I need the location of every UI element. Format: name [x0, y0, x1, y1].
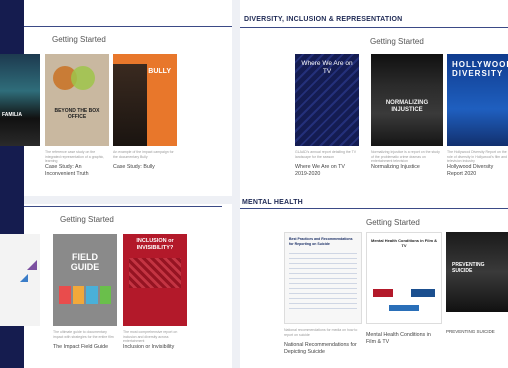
- card-thumbnail: FAMILIA: [0, 54, 40, 146]
- card-description: The ultimate guide to documentary impact…: [53, 330, 114, 339]
- card-description: GLAAD's annual report detailing the TV l…: [295, 150, 357, 159]
- card-where-we-are-on-tv[interactable]: Where We Are on TV GLAAD's annual report…: [295, 54, 359, 178]
- card-thumbnail: Where We Are on TV: [295, 54, 359, 146]
- card-thumbnail: Mental Health Conditions in Film & TV: [366, 232, 442, 324]
- section-heading: Getting Started: [52, 35, 106, 44]
- card-cover-title: BEYOND THE BOX OFFICE: [54, 108, 100, 120]
- card-description: The reference case study on the integrat…: [45, 150, 105, 163]
- card-cover-title: HOLLYWOOD DIVERSITY: [452, 60, 508, 78]
- card-normalizing-injustice[interactable]: NORMALIZING INJUSTICE Normalizing Injust…: [371, 54, 443, 171]
- circle-shape: [71, 66, 95, 90]
- card-title: Normalizing Injustice: [371, 164, 420, 170]
- card-thumbnail: Best Practices and Recommendations for R…: [284, 232, 362, 324]
- card-title: Hollywood Diversity Report 2020: [447, 164, 494, 177]
- card-description: [446, 316, 508, 328]
- card-description: Normalizing Injustice is a report on the…: [371, 150, 440, 163]
- card-title: Case Study: Bully: [113, 164, 155, 170]
- card-thumbnail: BEYOND THE BOX OFFICE: [45, 54, 109, 146]
- card-bully[interactable]: BULLY An example of the impact campaign …: [113, 54, 177, 171]
- card-title: National Recommendations for Depicting S…: [284, 342, 357, 355]
- card-title: Where We Are on TV 2019-2020: [295, 164, 345, 177]
- card-cover-label: FAMILIA: [2, 112, 22, 118]
- section-divider: [24, 206, 222, 207]
- text-lines: [289, 253, 357, 313]
- card-thumbnail: BULLY: [113, 54, 177, 146]
- section-divider: [240, 208, 508, 209]
- logo-block: [389, 305, 419, 311]
- section-heading: Getting Started: [60, 215, 114, 224]
- card-beyond-box-office[interactable]: BEYOND THE BOX OFFICE The reference case…: [45, 54, 109, 178]
- card-national-recommendations[interactable]: Best Practices and Recommendations for R…: [284, 232, 362, 356]
- cover-pattern: [129, 258, 181, 288]
- card-title: Inclusion or Invisibility: [123, 344, 175, 350]
- card-partial-left-2[interactable]: [0, 234, 40, 326]
- card-thumbnail: [0, 234, 40, 326]
- card-inclusion-invisibility[interactable]: INCLUSION or INVISIBILITY? The most comp…: [123, 234, 187, 351]
- section-top-left: Getting Started FAMILIA BEYOND THE BOX O…: [0, 0, 232, 196]
- card-partial-left[interactable]: FAMILIA: [0, 54, 40, 146]
- logo-block: [373, 289, 393, 297]
- card-description: An example of the impact campaign for th…: [113, 150, 174, 159]
- color-blocks: [59, 286, 111, 304]
- card-thumbnail: NORMALIZING INJUSTICE: [371, 54, 443, 146]
- section-divider: [240, 27, 508, 28]
- section-title: DIVERSITY, INCLUSION & REPRESENTATION: [244, 16, 403, 23]
- card-title: Mental Health Conditions in Film & TV: [366, 332, 431, 345]
- section-divider: [24, 26, 232, 27]
- section-heading: Getting Started: [366, 218, 420, 227]
- section-mental-health: MENTAL HEALTH Getting Started Best Pract…: [240, 196, 508, 368]
- card-description: The most comprehensive report on inclusi…: [123, 330, 178, 343]
- card-mental-health-film-tv[interactable]: Mental Health Conditions in Film & TV Me…: [366, 232, 442, 346]
- card-cover-title: Where We Are on TV: [301, 60, 353, 75]
- card-title: The Impact Field Guide: [53, 344, 109, 350]
- card-cover-title: PREVENTING SUICIDE: [452, 262, 485, 274]
- card-cover-title: Best Practices and Recommendations for R…: [289, 237, 353, 246]
- card-description: National recommendations for media on ho…: [284, 328, 358, 337]
- card-thumbnail: FIELD GUIDE: [53, 234, 117, 326]
- card-preventing-suicide[interactable]: PREVENTING SUICIDE PREVENTING SUICIDE: [446, 232, 508, 335]
- card-cover-title: FIELD GUIDE: [70, 252, 100, 272]
- card-cover-title: Mental Health Conditions in Film & TV: [371, 238, 437, 248]
- section-heading: Getting Started: [370, 37, 424, 46]
- card-impact-field-guide[interactable]: FIELD GUIDE The ultimate guide to docume…: [53, 234, 117, 351]
- cover-photo: [113, 64, 147, 146]
- card-title: Case Study: An Inconvenient Truth: [45, 164, 89, 177]
- section-diversity: DIVERSITY, INCLUSION & REPRESENTATION Ge…: [240, 0, 508, 196]
- card-cover-title: BULLY: [148, 68, 171, 75]
- section-title: MENTAL HEALTH: [242, 199, 303, 206]
- card-cover-title: INCLUSION or INVISIBILITY?: [136, 238, 174, 251]
- card-thumbnail: PREVENTING SUICIDE: [446, 232, 508, 312]
- card-hollywood-diversity[interactable]: HOLLYWOOD DIVERSITY The Hollywood Divers…: [447, 54, 508, 178]
- card-thumbnail: INCLUSION or INVISIBILITY?: [123, 234, 187, 326]
- triangle-shape: [20, 274, 28, 282]
- card-description: The Hollywood Diversity Report on the ro…: [447, 150, 507, 163]
- section-bottom-left: Getting Started FIELD GUIDE The ultimate…: [0, 204, 232, 368]
- logo-block: [411, 289, 435, 297]
- card-title: PREVENTING SUICIDE: [446, 329, 495, 334]
- card-cover-title: NORMALIZING INJUSTICE: [385, 100, 429, 113]
- triangle-shape: [27, 260, 37, 270]
- card-thumbnail: HOLLYWOOD DIVERSITY: [447, 54, 508, 146]
